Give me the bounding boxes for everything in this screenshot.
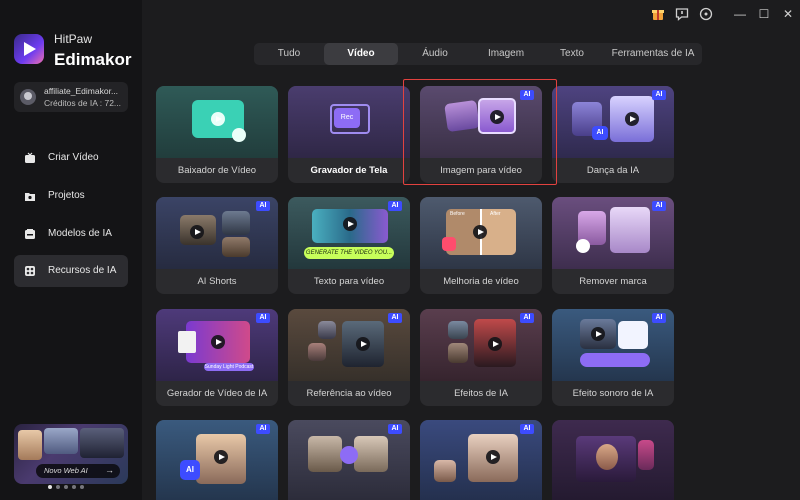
card-label: Remover marca bbox=[579, 276, 647, 287]
ai-badge: AI bbox=[652, 201, 666, 211]
close-icon[interactable]: ✕ bbox=[780, 6, 796, 22]
card-referencia-ao-video[interactable]: AI Referência ao vídeo bbox=[288, 309, 410, 406]
card-label: Efeito sonoro de IA bbox=[572, 388, 654, 399]
card-label: AI Shorts bbox=[197, 276, 237, 287]
ai-badge: AI bbox=[520, 424, 534, 434]
card-label: Gravador de Tela bbox=[310, 165, 388, 176]
app-logo-icon bbox=[14, 34, 44, 64]
brand-name: HitPaw bbox=[54, 32, 93, 46]
ai-credits: Créditos de IA : 72... bbox=[44, 98, 122, 108]
card-texto-para-video[interactable]: GENERATE THE VIDEO YOU... AI Texto para … bbox=[288, 197, 410, 294]
selected-card-outline bbox=[403, 79, 557, 185]
minimize-icon[interactable]: — bbox=[732, 6, 748, 22]
category-tabs: Tudo Vídeo Áudio Imagem Texto Ferramenta… bbox=[254, 43, 702, 65]
carousel-dots[interactable] bbox=[48, 476, 88, 494]
card-ai-shorts[interactable]: AI AI Shorts bbox=[156, 197, 278, 294]
card-row4-1[interactable]: AI AI bbox=[156, 420, 278, 500]
ai-badge: AI bbox=[652, 90, 666, 100]
tab-imagem[interactable]: Imagem bbox=[472, 43, 540, 65]
card-remover-marca[interactable]: AI Remover marca bbox=[552, 197, 674, 294]
arrow-right-icon: → bbox=[105, 465, 114, 475]
video-create-icon bbox=[25, 152, 35, 163]
ai-models-icon bbox=[25, 229, 35, 239]
account-card[interactable]: affiliate_Edimakor... Créditos de IA : 7… bbox=[14, 82, 128, 112]
ai-badge: AI bbox=[256, 424, 270, 434]
card-thumbnail bbox=[552, 420, 674, 500]
sidebar-item-label: Recursos de IA bbox=[48, 265, 117, 276]
sidebar-item-recursos-de-ia[interactable]: Recursos de IA bbox=[14, 255, 128, 287]
ai-badge: AI bbox=[388, 424, 402, 434]
card-thumbnail: Rec bbox=[288, 86, 410, 158]
card-baixador-de-video[interactable]: Baixador de Vídeo bbox=[156, 86, 278, 183]
sidebar-item-modelos-de-ia[interactable]: Modelos de IA bbox=[14, 218, 128, 250]
ai-badge: AI bbox=[256, 201, 270, 211]
promo-banner[interactable]: Novo Web AI → bbox=[14, 424, 128, 484]
ai-badge: AI bbox=[520, 313, 534, 323]
tab-video[interactable]: Vídeo bbox=[324, 43, 398, 65]
settings-icon[interactable] bbox=[698, 6, 714, 22]
card-row4-3[interactable]: AI bbox=[420, 420, 542, 500]
card-label: Baixador de Vídeo bbox=[177, 165, 257, 176]
ai-resources-icon bbox=[25, 266, 35, 276]
ai-badge: AI bbox=[388, 201, 402, 211]
tab-audio[interactable]: Áudio bbox=[398, 43, 472, 65]
card-label: Dança da IA bbox=[586, 165, 640, 176]
folder-star-icon bbox=[25, 193, 35, 201]
card-label: Melhoria de vídeo bbox=[443, 276, 519, 287]
tab-texto[interactable]: Texto bbox=[540, 43, 604, 65]
sidebar-item-label: Modelos de IA bbox=[48, 228, 112, 239]
card-thumbnail bbox=[156, 86, 278, 158]
account-name: affiliate_Edimakor... bbox=[44, 86, 119, 96]
card-label: Efeitos de IA bbox=[454, 388, 508, 399]
sidebar: HitPaw Edimakor affiliate_Edimakor... Cr… bbox=[0, 0, 142, 500]
card-label: Texto para vídeo bbox=[313, 276, 385, 287]
sidebar-item-criar-video[interactable]: Criar Vídeo bbox=[14, 142, 128, 174]
ai-badge: AI bbox=[652, 313, 666, 323]
card-label: Referência ao vídeo bbox=[306, 388, 392, 399]
card-gerador-de-video-de-ia[interactable]: Sunday Light Podcast AI Gerador de Vídeo… bbox=[156, 309, 278, 406]
sidebar-item-projetos[interactable]: Projetos bbox=[14, 180, 128, 212]
card-thumbnail: Before After bbox=[420, 197, 542, 269]
card-danca-da-ia[interactable]: AI AI Dança da IA bbox=[552, 86, 674, 183]
card-gravador-de-tela[interactable]: Rec Gravador de Tela bbox=[288, 86, 410, 183]
card-efeito-sonoro-de-ia[interactable]: AI Efeito sonoro de IA bbox=[552, 309, 674, 406]
card-melhoria-de-video[interactable]: Before After Melhoria de vídeo bbox=[420, 197, 542, 294]
maximize-icon[interactable]: ☐ bbox=[756, 6, 772, 22]
ai-badge: AI bbox=[388, 313, 402, 323]
avatar bbox=[20, 89, 36, 105]
product-name: Edimakor bbox=[54, 50, 132, 69]
card-label: Gerador de Vídeo de IA bbox=[166, 388, 268, 399]
feedback-icon[interactable] bbox=[674, 6, 690, 22]
card-efeitos-de-ia[interactable]: AI Efeitos de IA bbox=[420, 309, 542, 406]
sidebar-item-label: Projetos bbox=[48, 190, 85, 201]
sidebar-item-label: Criar Vídeo bbox=[48, 152, 99, 163]
ai-badge: AI bbox=[256, 313, 270, 323]
card-row4-2[interactable]: AI bbox=[288, 420, 410, 500]
gift-icon[interactable] bbox=[650, 6, 666, 22]
tab-tudo[interactable]: Tudo bbox=[254, 43, 324, 65]
promo-text: Novo Web AI bbox=[44, 466, 88, 475]
card-row4-4[interactable] bbox=[552, 420, 674, 500]
tab-ferramentas-de-ia[interactable]: Ferramentas de IA bbox=[604, 43, 702, 65]
